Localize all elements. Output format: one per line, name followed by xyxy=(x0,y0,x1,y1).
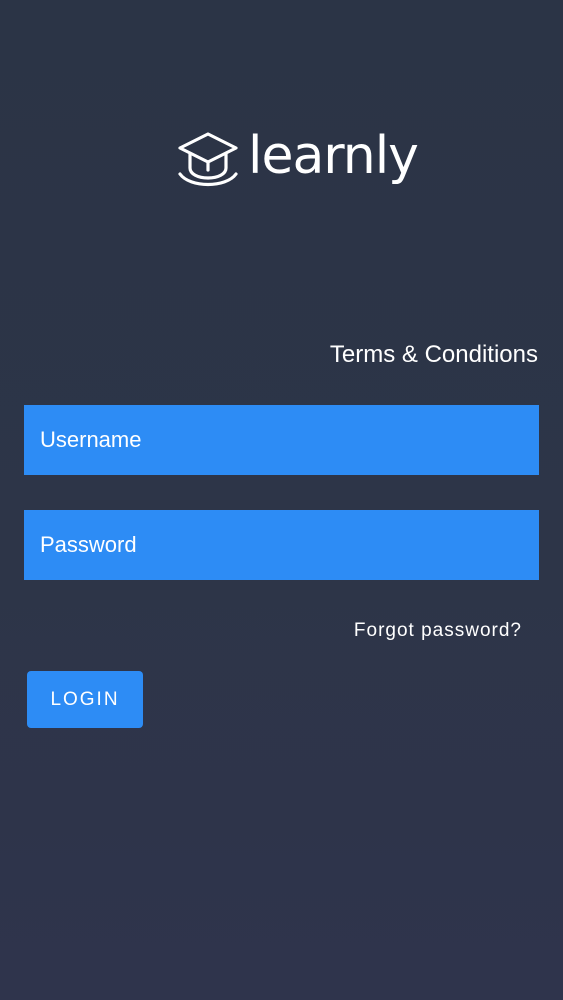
forgot-password-link[interactable]: Forgot password? xyxy=(354,620,522,642)
app-name: learnly xyxy=(248,126,419,186)
login-screen: learnly Terms & Conditions Forgot passwo… xyxy=(0,0,563,1000)
app-logo: learnly xyxy=(176,126,419,192)
graduation-cap-icon xyxy=(178,132,238,186)
password-input[interactable] xyxy=(24,510,539,580)
login-button[interactable]: LOGIN xyxy=(27,671,143,728)
terms-and-conditions-link[interactable]: Terms & Conditions xyxy=(330,341,538,369)
username-input[interactable] xyxy=(24,405,539,475)
